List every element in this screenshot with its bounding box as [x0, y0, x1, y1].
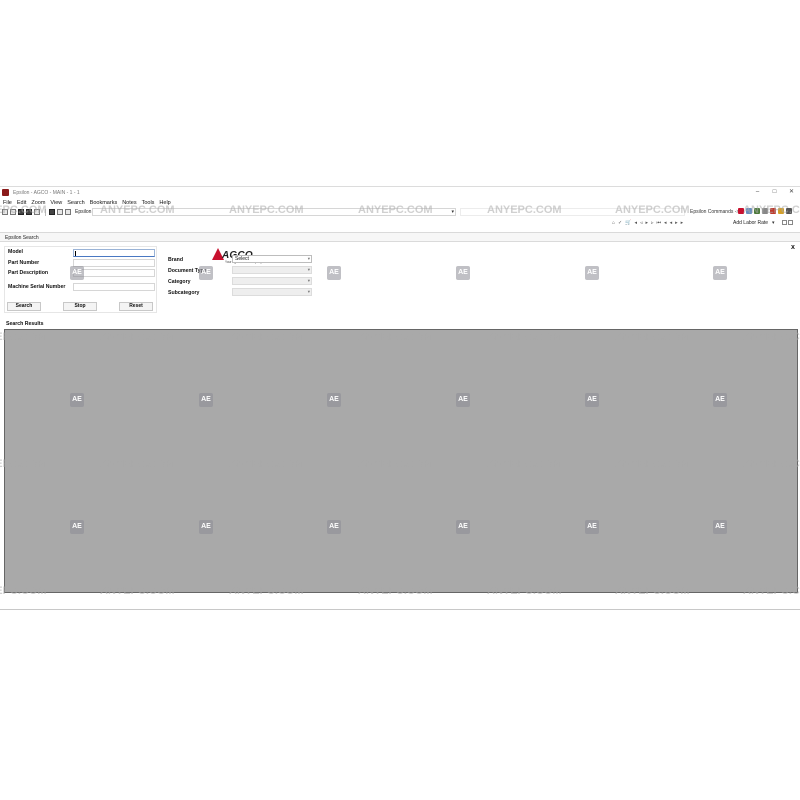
nav-icons: ⌂ ✓ 🛒 ◂ ◃ ▸ ▹ ⏮ ◂ ◂ ▸ ▸	[612, 220, 686, 226]
secondary-combo[interactable]	[460, 208, 685, 216]
document-type-label: Document Type	[168, 268, 207, 274]
print-icon[interactable]	[18, 209, 24, 215]
document-icon[interactable]	[65, 209, 71, 215]
menu-notes[interactable]: Notes	[122, 200, 136, 206]
menu-bookmarks[interactable]: Bookmarks	[90, 200, 118, 206]
brand-dropdown-icon[interactable]: ▾	[308, 256, 310, 262]
globe-icon[interactable]	[746, 208, 752, 214]
category-select[interactable]: ▾	[232, 277, 312, 285]
command-icons	[738, 208, 794, 214]
toolbar-separator	[45, 208, 46, 216]
menu-search[interactable]: Search	[67, 200, 84, 206]
home-icon[interactable]: ⌂	[612, 220, 615, 226]
combo-arrow-icon[interactable]: ▾	[451, 209, 454, 216]
open-icon[interactable]	[10, 209, 16, 215]
brand-label: Brand	[168, 257, 183, 263]
subcategory-select[interactable]: ▾	[232, 288, 312, 296]
search-results-grid[interactable]	[4, 329, 798, 593]
forward-icon[interactable]: ▹	[651, 220, 654, 226]
agco-command-icon[interactable]	[738, 208, 744, 214]
model-label: Model	[8, 249, 23, 255]
search-panel-title: Epsilon Search	[5, 235, 39, 241]
part-number-label: Part Number	[8, 260, 40, 266]
machine-serial-label: Machine Serial Number	[8, 284, 66, 290]
app-icon	[2, 189, 9, 196]
prev-icon[interactable]: ◃	[640, 220, 643, 226]
check-icon[interactable]: ✓	[618, 220, 622, 226]
search-form: Model Part Number Part Description Machi…	[4, 246, 157, 313]
settings-icon[interactable]	[786, 208, 792, 214]
next-icon[interactable]: ▸	[646, 220, 649, 226]
subcategory-dropdown-icon[interactable]: ▾	[308, 289, 310, 295]
maximize-button[interactable]: □	[766, 187, 783, 198]
cart-icon[interactable]: 🛒	[625, 220, 631, 226]
back-icon[interactable]: ◂	[634, 220, 637, 226]
search-button[interactable]: Search	[7, 302, 41, 311]
close-button[interactable]: ✕	[783, 187, 800, 198]
part-number-input[interactable]	[73, 259, 155, 267]
stop-button[interactable]: Stop	[63, 302, 97, 311]
machine-serial-input[interactable]	[73, 283, 155, 291]
title-bar: Epsilon - AGCO - MAIN - 1 - 1 – □ ✕	[0, 187, 800, 198]
category-dropdown-icon[interactable]: ▾	[308, 278, 310, 284]
search-results-label: Search Results	[6, 321, 44, 327]
first-icon[interactable]: ⏮	[657, 220, 662, 226]
arrow-right-2-icon[interactable]: ▸	[681, 220, 684, 226]
brand-select[interactable]: Select ▾	[232, 255, 312, 263]
model-input[interactable]	[73, 249, 155, 257]
add-labor-rate-button[interactable]: Add Labor Rate	[733, 219, 768, 227]
text-caret	[75, 251, 76, 256]
menu-help[interactable]: Help	[159, 200, 170, 206]
find-icon[interactable]	[34, 209, 40, 215]
epsilon-commands-label: Epsilon Commands ->	[690, 209, 740, 215]
arrow-left-icon[interactable]: ◂	[664, 220, 667, 226]
menu-view[interactable]: View	[50, 200, 62, 206]
part-description-label: Part Description	[8, 270, 49, 276]
book-icon[interactable]	[49, 209, 55, 215]
minimize-button[interactable]: –	[749, 187, 766, 198]
reset-button[interactable]: Reset	[119, 302, 153, 311]
tools-icon[interactable]	[762, 208, 768, 214]
menu-edit[interactable]: Edit	[17, 200, 26, 206]
filter-panel: AGCO Your Agriculture Company Brand Sele…	[164, 246, 318, 313]
navigation-toolbar: ⌂ ✓ 🛒 ◂ ◃ ▸ ▹ ⏮ ◂ ◂ ▸ ▸ Add Labor Rate ▾	[0, 218, 800, 228]
close-panel-icon[interactable]: x	[791, 244, 795, 251]
category-label: Category	[168, 279, 191, 285]
arrow-right-icon[interactable]: ▸	[675, 220, 678, 226]
window-small-icons	[782, 220, 794, 225]
epsilon-tab[interactable]: Epsilon	[75, 209, 91, 215]
info-icon[interactable]	[778, 208, 784, 214]
window-title: Epsilon - AGCO - MAIN - 1 - 1	[13, 189, 80, 196]
main-toolbar: Epsilon ▾ Epsilon Commands ->	[0, 207, 800, 217]
menu-bar: File Edit Zoom View Search Bookmarks Not…	[0, 199, 800, 207]
document-type-dropdown-icon[interactable]: ▾	[308, 267, 310, 273]
brand-value: Select	[235, 256, 249, 262]
restore-pane-icon[interactable]	[782, 220, 787, 225]
part-description-input[interactable]	[73, 269, 155, 277]
menu-file[interactable]: File	[3, 200, 12, 206]
menu-zoom[interactable]: Zoom	[31, 200, 45, 206]
document-type-select[interactable]: ▾	[232, 266, 312, 274]
power-icon[interactable]	[770, 208, 776, 214]
page-icon[interactable]	[57, 209, 63, 215]
window-controls: – □ ✕	[749, 187, 800, 198]
location-combo[interactable]: ▾	[92, 208, 456, 216]
arrow-left-2-icon[interactable]: ◂	[670, 220, 673, 226]
menu-tools[interactable]: Tools	[142, 200, 155, 206]
subcategory-label: Subcategory	[168, 290, 200, 296]
tractor-icon[interactable]	[754, 208, 760, 214]
search-panel-tab[interactable]: Epsilon Search	[0, 232, 800, 242]
labor-rate-dropdown-icon[interactable]: ▾	[772, 219, 775, 227]
epsilon-window: Epsilon - AGCO - MAIN - 1 - 1 – □ ✕ File…	[0, 186, 800, 610]
new-icon[interactable]	[2, 209, 8, 215]
camera-icon[interactable]	[26, 209, 32, 215]
close-pane-icon[interactable]	[788, 220, 793, 225]
